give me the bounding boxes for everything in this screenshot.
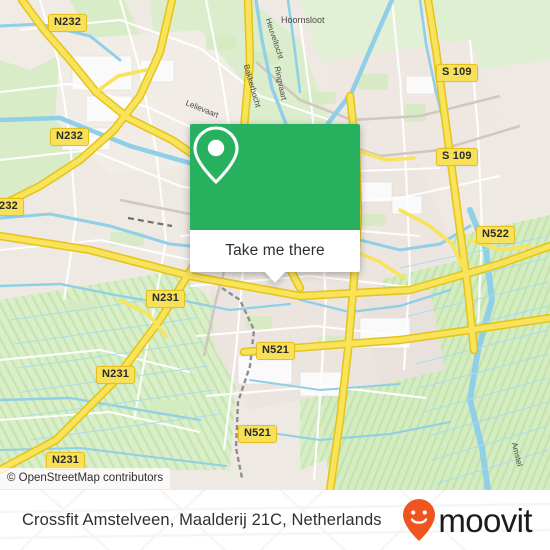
moovit-logo[interactable]: moovit xyxy=(402,490,533,550)
footer-bar: Crossfit Amstelveen, Maalderij 21C, Neth… xyxy=(0,490,550,550)
popup-pointer xyxy=(264,271,286,283)
map-pin-icon xyxy=(193,126,239,184)
road-shield: N232 xyxy=(48,14,88,32)
take-me-there-button[interactable]: Take me there xyxy=(190,230,360,283)
popup-image xyxy=(190,124,360,230)
place-name-label: Crossfit Amstelveen, Maalderij 21C, Neth… xyxy=(22,510,382,529)
road-shield: N521 xyxy=(256,342,296,360)
water-label: Hoornsloot xyxy=(281,15,325,25)
take-me-there-label: Take me there xyxy=(225,242,325,259)
road-shield: N231 xyxy=(146,290,186,308)
osm-attribution[interactable]: © OpenStreetMap contributors xyxy=(0,468,171,489)
road-shield: S 109 xyxy=(436,148,478,166)
road-shield: 232 xyxy=(0,198,24,216)
road-shield: N521 xyxy=(238,425,278,443)
road-shield: N522 xyxy=(476,226,516,244)
place-popup-card[interactable]: Take me there xyxy=(190,124,360,283)
map-screenshot: Heuveltocht Hoornsloot Bakkerbocht Ringv… xyxy=(0,0,550,550)
moovit-wordmark: moovit xyxy=(438,501,532,539)
map-canvas[interactable]: Heuveltocht Hoornsloot Bakkerbocht Ringv… xyxy=(0,0,550,490)
road-shield: N232 xyxy=(50,128,90,146)
road-shield: S 109 xyxy=(436,64,478,82)
road-shield: N231 xyxy=(96,366,136,384)
moovit-pin-smiley-icon xyxy=(403,499,436,541)
